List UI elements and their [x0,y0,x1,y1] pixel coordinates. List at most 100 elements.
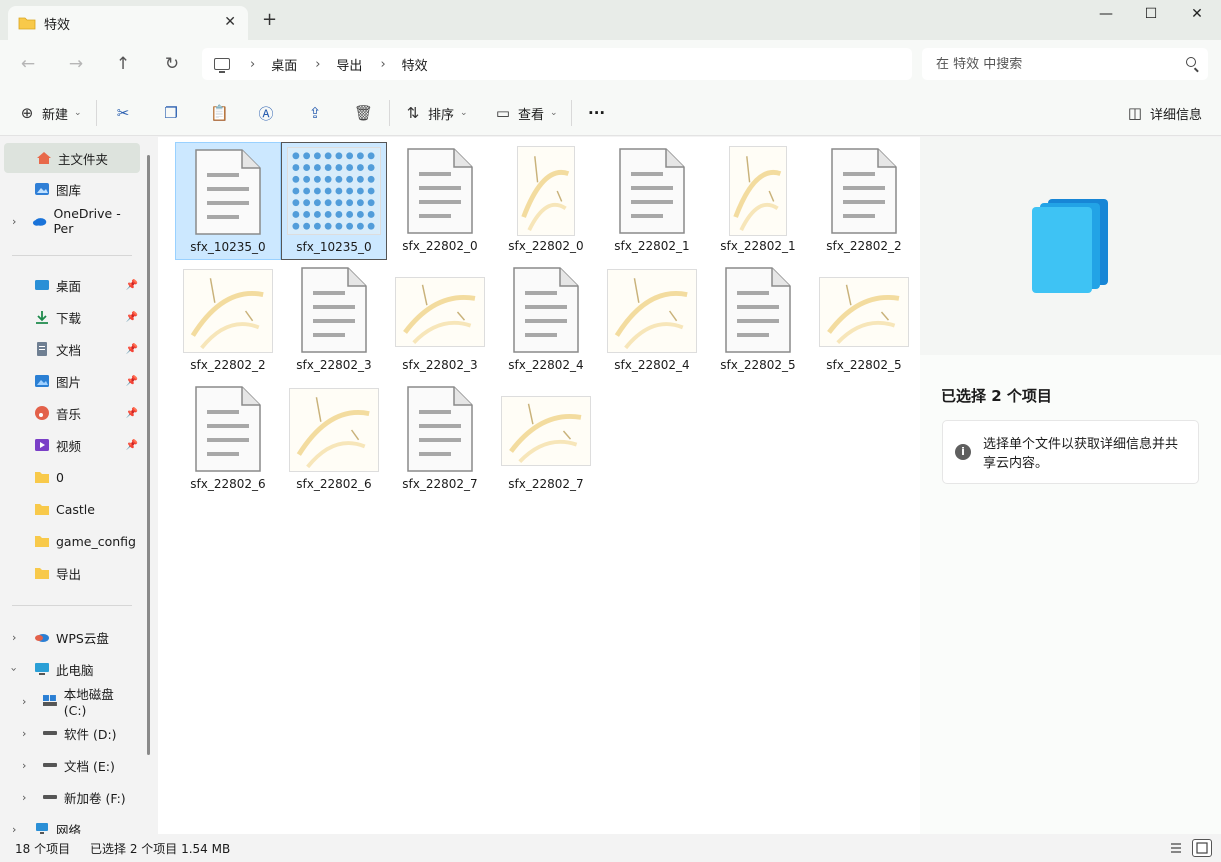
sidebar-item-music[interactable]: 音乐 📌 [0,398,140,428]
details-pane-button[interactable]: ◫ 详细信息 [1126,102,1202,124]
sidebar-item-drive-c[interactable]: › 本地磁盘 (C:) [0,686,140,718]
plus-circle-icon: ⊕ [20,104,34,122]
sidebar-item-this-pc[interactable]: › 此电脑 [0,654,140,684]
file-item[interactable]: sfx_22802_5 [811,261,917,379]
view-button[interactable]: ▭ 查看 ⌄ [494,102,558,124]
rename-button[interactable]: Ⓐ [257,102,281,124]
file-item[interactable]: sfx_22802_0 [387,142,493,260]
network-icon [36,823,48,834]
drive-icon [43,763,57,767]
large-icons-view-button[interactable] [1192,839,1212,857]
sidebar-divider [12,605,132,606]
sidebar-item-label: 图片 [56,374,82,390]
sidebar-item-label: 音乐 [56,406,82,422]
file-item[interactable]: sfx_22802_1 [599,142,705,260]
file-item[interactable]: sfx_22802_6 [175,380,281,498]
videos-icon [35,439,49,451]
breadcrumb-desktop[interactable]: 桌面 [271,55,297,74]
sidebar-item-drive-f[interactable]: › 新加卷 (F:) [0,782,140,812]
sidebar-scrollbar[interactable] [147,155,150,755]
forward-button[interactable]: → [64,52,88,76]
file-item[interactable]: sfx_22802_1 [705,142,811,260]
file-name: sfx_22802_3 [402,358,478,372]
effect-image-thumbnail [517,146,575,236]
title-bar: 特效 ✕ + — ☐ ✕ [0,0,1221,40]
sidebar-item-network[interactable]: › 网络 [0,814,140,834]
tab-close-icon[interactable]: ✕ [224,14,236,30]
sidebar-item-folder[interactable]: 导出 [0,558,140,588]
sort-button[interactable]: ⇅ 排序 ⌄ [404,102,468,124]
more-options-button[interactable]: ··· [588,102,605,124]
cut-button[interactable]: ✂ [114,102,138,124]
new-tab-button[interactable]: + [262,11,277,29]
sidebar-item-gallery[interactable]: 图库 [0,174,140,204]
delete-button[interactable]: 🗑 [354,102,378,124]
pin-icon: 📌 [125,279,138,291]
address-bar[interactable]: › 桌面 › 导出 › 特效 [202,48,912,80]
file-name: sfx_22802_3 [296,358,372,372]
sidebar-item-label: OneDrive - Per [53,206,121,236]
sidebar-item-folder[interactable]: 0 [0,462,140,492]
file-item[interactable]: sfx_22802_4 [493,261,599,379]
file-name: sfx_22802_2 [190,358,266,372]
sidebar-item-wps-cloud[interactable]: › WPS云盘 [0,622,140,652]
search-box[interactable] [922,48,1208,80]
sidebar-item-folder[interactable]: Castle [0,494,140,524]
file-name: sfx_22802_1 [614,239,690,253]
sidebar-item-home[interactable]: 主文件夹 [4,143,140,173]
file-item[interactable]: sfx_22802_2 [175,261,281,379]
file-name: sfx_22802_0 [508,239,584,253]
chevron-right-icon: › [12,630,17,644]
file-name: sfx_22802_7 [508,477,584,491]
refresh-button[interactable]: ↻ [160,52,184,76]
file-item[interactable]: sfx_22802_5 [705,261,811,379]
paste-button[interactable]: 📋 [210,102,234,124]
effect-image-thumbnail [395,277,485,347]
sidebar-item-label: 下载 [56,310,82,326]
pin-icon: 📌 [125,375,138,387]
sidebar-item-downloads[interactable]: 下载 📌 [0,302,140,332]
tab-title: 特效 [44,17,71,33]
sidebar-item-videos[interactable]: 视频 📌 [0,430,140,460]
sidebar-item-desktop[interactable]: 桌面 📌 [0,270,140,300]
file-item[interactable]: sfx_22802_7 [387,380,493,498]
file-item[interactable]: sfx_10235_0 [175,142,281,260]
back-button[interactable]: ← [16,52,40,76]
up-button[interactable]: ↑ [111,52,135,76]
file-item[interactable]: sfx_22802_7 [493,380,599,498]
sidebar-item-documents[interactable]: 文档 📌 [0,334,140,364]
sidebar-item-label: 此电脑 [56,662,94,678]
breadcrumb-effects[interactable]: 特效 [402,55,428,74]
tab-current[interactable]: 特效 ✕ [8,6,248,40]
breadcrumb-export[interactable]: 导出 [336,55,362,74]
search-input[interactable] [936,56,1166,72]
file-name: sfx_10235_0 [190,240,266,254]
new-button[interactable]: ⊕ 新建 ⌄ [18,102,82,124]
share-button[interactable]: ⇪ [306,102,330,124]
close-button[interactable]: ✕ [1174,6,1220,26]
file-item[interactable]: sfx_22802_4 [599,261,705,379]
sidebar-item-drive-d[interactable]: › 软件 (D:) [0,718,140,748]
sidebar-divider [12,255,132,256]
download-icon [36,311,48,324]
sidebar-item-onedrive[interactable]: › OneDrive - Per [0,206,140,236]
sidebar-item-pictures[interactable]: 图片 📌 [0,366,140,396]
file-item[interactable]: sfx_22802_2 [811,142,917,260]
sidebar-item-folder[interactable]: game_config [0,526,140,556]
file-item[interactable]: sfx_22802_3 [281,261,387,379]
file-item[interactable]: sfx_10235_0 [281,142,387,260]
file-item[interactable]: sfx_22802_6 [281,380,387,498]
details-view-button[interactable] [1166,839,1186,857]
file-item[interactable]: sfx_22802_0 [493,142,599,260]
file-item[interactable]: sfx_22802_3 [387,261,493,379]
file-name: sfx_22802_5 [720,358,796,372]
maximize-button[interactable]: ☐ [1128,6,1174,26]
music-icon [35,406,49,420]
document-icon [725,267,791,353]
minimize-button[interactable]: — [1083,6,1129,26]
chevron-down-icon: ⌄ [550,108,558,118]
sidebar-item-label: 主文件夹 [58,151,109,167]
sidebar-item-drive-e[interactable]: › 文档 (E:) [0,750,140,780]
sidebar-item-label: 本地磁盘 (C:) [63,687,114,718]
copy-button[interactable]: ❐ [162,102,186,124]
